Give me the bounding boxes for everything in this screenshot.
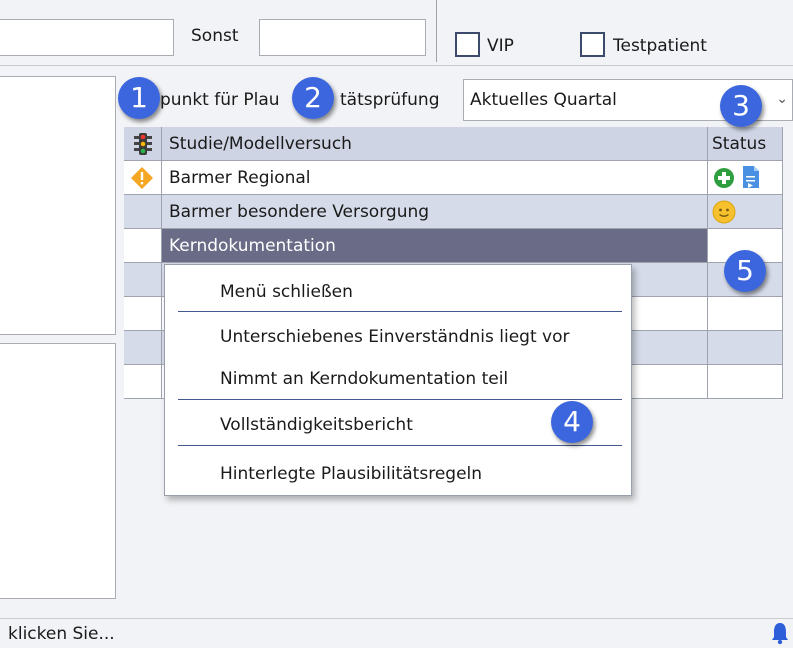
top-divider	[436, 0, 437, 62]
row-status-cell[interactable]	[708, 161, 783, 195]
testpatient-checkbox[interactable]	[580, 32, 605, 57]
table-header: Studie/Modellversuch Status	[124, 127, 784, 161]
document-icon[interactable]	[742, 165, 760, 189]
sonst-input[interactable]	[259, 19, 426, 56]
traffic-light-icon	[134, 133, 152, 155]
plausi-period-value: Aktuelles Quartal	[470, 90, 617, 110]
smiley-icon[interactable]	[712, 200, 736, 224]
row-icon-cell	[124, 229, 162, 263]
menu-separator	[178, 311, 622, 312]
table-row[interactable]: Barmer Regional	[124, 161, 784, 195]
plausi-label-right: tätsprüfung	[340, 90, 440, 110]
header-study[interactable]: Studie/Modellversuch	[162, 127, 708, 161]
menu-item-completeness-report[interactable]: Vollständigkeitsbericht	[220, 415, 413, 435]
annotation-badge-5: 5	[724, 250, 766, 292]
row-icon-cell	[124, 365, 162, 399]
warning-icon	[131, 167, 153, 189]
row-icon-cell	[124, 161, 162, 195]
annotation-badge-3: 3	[720, 85, 762, 127]
testpatient-label: Testpatient	[613, 36, 707, 56]
sonst-label: Sonst	[191, 26, 239, 46]
menu-item-participates[interactable]: Nimmt an Kerndokumentation teil	[220, 369, 508, 389]
vip-label: VIP	[487, 36, 514, 56]
row-status-cell[interactable]	[708, 195, 783, 229]
vip-checkbox[interactable]	[455, 32, 480, 57]
annotation-badge-1: 1	[118, 77, 160, 119]
menu-separator	[178, 399, 622, 400]
row-status-cell[interactable]	[708, 331, 783, 365]
row-study-cell[interactable]: Barmer Regional	[162, 161, 708, 195]
row-icon-cell	[124, 297, 162, 331]
row-status-cell[interactable]	[708, 297, 783, 331]
plausi-label-left: punkt für Plau	[160, 90, 280, 110]
menu-separator	[178, 445, 622, 446]
menu-item-close[interactable]: Menü schließen	[220, 282, 353, 302]
row-icon-cell	[124, 195, 162, 229]
status-bar: klicken Sie...	[0, 618, 793, 648]
context-menu: Menü schließen Unterschiebenes Einverstä…	[164, 264, 632, 496]
row-study-cell[interactable]: Barmer besondere Versorgung	[162, 195, 708, 229]
add-icon[interactable]	[713, 167, 735, 189]
header-icon-cell	[124, 127, 162, 161]
top-separator	[0, 65, 793, 66]
table-row-selected[interactable]: Kerndokumentation	[124, 229, 784, 263]
menu-item-consent[interactable]: Unterschiebenes Einverständnis liegt vor	[220, 327, 569, 347]
chevron-down-icon[interactable]: ⌄	[776, 91, 788, 107]
left-panel-lower	[0, 343, 116, 599]
top-left-input[interactable]	[0, 19, 174, 56]
annotation-badge-4: 4	[551, 401, 593, 443]
annotation-badge-2: 2	[292, 77, 334, 119]
header-status[interactable]: Status	[708, 127, 783, 161]
menu-item-plausibility-rules[interactable]: Hinterlegte Plausibilitätsregeln	[220, 464, 482, 484]
bell-icon[interactable]	[770, 621, 790, 645]
row-icon-cell	[124, 331, 162, 365]
row-study-cell[interactable]: Kerndokumentation	[162, 229, 708, 263]
table-row[interactable]: Barmer besondere Versorgung	[124, 195, 784, 229]
row-status-cell[interactable]	[708, 365, 783, 399]
left-panel-upper	[0, 76, 116, 335]
status-text: klicken Sie...	[8, 624, 115, 644]
row-icon-cell	[124, 263, 162, 297]
